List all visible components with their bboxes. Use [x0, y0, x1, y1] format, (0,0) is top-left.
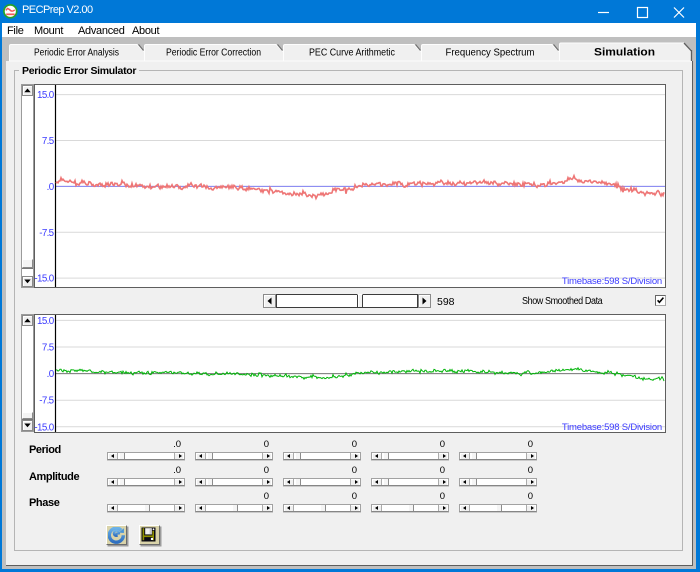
svg-text:7.5: 7.5: [42, 343, 55, 354]
svg-text:Periodic Error Correction: Periodic Error Correction: [166, 48, 261, 59]
svg-text:Timebase:598 S/Division: Timebase:598 S/Division: [562, 422, 662, 433]
svg-text:-7.5: -7.5: [39, 396, 54, 407]
svg-text:15.0: 15.0: [37, 90, 55, 101]
svg-text:Simulation: Simulation: [594, 47, 655, 59]
svg-text:Frequency Spectrum: Frequency Spectrum: [446, 48, 535, 59]
svg-text:-7.5: -7.5: [39, 228, 54, 239]
svg-text:-15.0: -15.0: [34, 274, 54, 285]
svg-text:Timebase:598 S/Division: Timebase:598 S/Division: [562, 276, 662, 287]
svg-text:-15.0: -15.0: [34, 422, 54, 433]
svg-text:.0: .0: [47, 182, 55, 193]
svg-text:15.0: 15.0: [37, 316, 55, 327]
svg-text:7.5: 7.5: [42, 136, 55, 147]
svg-text:PEC Curve Arithmetic: PEC Curve Arithmetic: [309, 48, 395, 59]
svg-text:Periodic Error Analysis: Periodic Error Analysis: [34, 48, 119, 59]
svg-text:.0: .0: [47, 369, 55, 380]
